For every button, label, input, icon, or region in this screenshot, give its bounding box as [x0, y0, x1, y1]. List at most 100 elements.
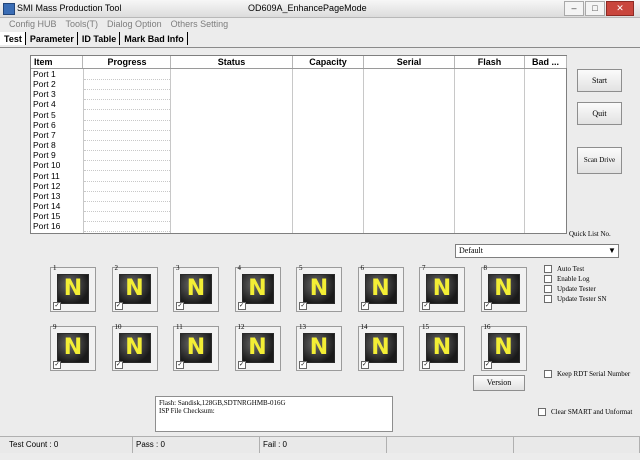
port-enable-checkbox[interactable]: ✓: [176, 302, 184, 310]
port-slot[interactable]: 4 N ✓: [234, 264, 281, 312]
port-enable-checkbox[interactable]: ✓: [237, 302, 246, 310]
port-enable-checkbox[interactable]: ✓: [422, 361, 430, 369]
fail-status: Fail : 0: [260, 437, 387, 453]
table-row[interactable]: Port 11: [31, 171, 566, 182]
keep-rdt-option[interactable]: Keep RDT Serial Number: [544, 370, 630, 378]
info-memo[interactable]: Flash: Sandisk,128GB,SDTNRGHMB-016G ISP …: [155, 396, 393, 432]
table-row[interactable]: Port 14: [31, 201, 566, 212]
port-enable-checkbox[interactable]: ✓: [237, 361, 246, 369]
chevron-down-icon[interactable]: ▼: [606, 245, 618, 257]
col-progress[interactable]: Progress: [84, 56, 171, 68]
quit-button[interactable]: Quit: [577, 102, 622, 125]
menu-others-setting[interactable]: Others Setting: [171, 18, 229, 31]
tab-mark-bad-info[interactable]: Mark Bad Info: [120, 32, 188, 45]
table-row[interactable]: Port 5: [31, 110, 566, 121]
status-empty-1: [387, 437, 514, 453]
table-row[interactable]: Port 10: [31, 160, 566, 172]
table-row[interactable]: Port 1: [31, 69, 566, 80]
table-row[interactable]: Port 9: [31, 150, 566, 162]
table-row[interactable]: Port 7: [31, 130, 566, 141]
update-tester-sn-option[interactable]: Update Tester SN: [544, 295, 607, 303]
table-row[interactable]: Port 16: [31, 221, 566, 233]
menu-tools[interactable]: Tools(T): [66, 18, 99, 31]
port-slot[interactable]: 11 N ✓: [173, 323, 219, 371]
port-slot[interactable]: 7 N ✓: [419, 264, 465, 312]
clear-smart-label: Clear SMART and Unformat: [551, 408, 633, 416]
port-enable-checkbox[interactable]: ✓: [360, 361, 369, 369]
tab-parameter[interactable]: Parameter: [26, 32, 78, 45]
port-slot[interactable]: 1 N ✓: [50, 264, 96, 312]
clear-smart-option[interactable]: Clear SMART and Unformat: [538, 408, 632, 416]
row-port-label: Port 6: [33, 119, 56, 130]
table-row[interactable]: Port 13: [31, 191, 566, 202]
port-slot[interactable]: 5 N ✓: [296, 264, 342, 312]
port-slot[interactable]: 9 N ✓: [50, 323, 96, 371]
version-button[interactable]: Version: [473, 375, 525, 391]
port-enable-checkbox[interactable]: ✓: [53, 302, 61, 310]
quick-list-dropdown[interactable]: Default ▼: [455, 244, 619, 258]
port-slot[interactable]: 8 N ✓: [480, 264, 527, 312]
port-slot[interactable]: 6 N ✓: [357, 264, 404, 312]
scan-drive-button[interactable]: Scan Drive: [577, 147, 622, 174]
table-row[interactable]: Port 3: [31, 89, 566, 101]
port-enable-checkbox[interactable]: ✓: [53, 361, 61, 369]
tab-id-table[interactable]: ID Table: [78, 32, 121, 45]
table-row[interactable]: Port 15: [31, 211, 566, 223]
table-row[interactable]: Port 6: [31, 119, 566, 131]
port-status-n-icon: N: [118, 333, 151, 363]
port-slot[interactable]: 14 N ✓: [357, 323, 404, 371]
keep-rdt-checkbox[interactable]: [544, 370, 552, 378]
port-enable-checkbox[interactable]: ✓: [483, 302, 492, 310]
table-header: Item Progress Status Capacity Serial Fla…: [31, 56, 567, 69]
row-port-label: Port 9: [33, 150, 56, 161]
minimize-button[interactable]: –: [564, 1, 584, 16]
col-capacity[interactable]: Capacity: [293, 56, 364, 68]
port-enable-checkbox[interactable]: ✓: [299, 302, 307, 310]
update-tester-checkbox[interactable]: [544, 285, 552, 293]
menu-dialog-option[interactable]: Dialog Option: [107, 18, 162, 31]
auto-test-option[interactable]: Auto Test: [544, 265, 584, 273]
port-enable-checkbox[interactable]: ✓: [422, 302, 430, 310]
col-bad[interactable]: Bad ...: [525, 56, 567, 68]
port-slot[interactable]: 13 N ✓: [296, 323, 342, 371]
port-slot[interactable]: 2 N ✓: [111, 264, 158, 312]
memo-checksum-line: ISP File Checksum:: [159, 407, 215, 415]
menu-config-hub[interactable]: Config HUB: [9, 18, 57, 31]
port-slot[interactable]: 3 N ✓: [173, 264, 219, 312]
port-enable-checkbox[interactable]: ✓: [114, 361, 123, 369]
tab-test[interactable]: Test: [0, 32, 26, 45]
port-enable-checkbox[interactable]: ✓: [114, 302, 123, 310]
port-slot[interactable]: 15 N ✓: [419, 323, 465, 371]
port-number: 7: [422, 264, 426, 272]
port-number: 15: [422, 323, 429, 331]
port-enable-checkbox[interactable]: ✓: [299, 361, 307, 369]
table-row[interactable]: Port 2: [31, 79, 566, 91]
app-title: SMI Mass Production Tool: [17, 3, 122, 13]
close-button[interactable]: ✕: [606, 1, 634, 16]
enable-log-option[interactable]: Enable Log: [544, 275, 589, 283]
port-slot[interactable]: 16 N ✓: [480, 323, 527, 371]
port-status-n-icon: N: [180, 274, 212, 304]
port-number: 14: [360, 323, 368, 331]
port-slot[interactable]: 12 N ✓: [234, 323, 281, 371]
enable-log-label: Enable Log: [557, 275, 590, 283]
col-flash[interactable]: Flash: [455, 56, 525, 68]
port-slot[interactable]: 10 N ✓: [111, 323, 158, 371]
table-row[interactable]: Port 12: [31, 181, 566, 192]
table-row[interactable]: Port 8: [31, 140, 566, 152]
clear-smart-checkbox[interactable]: [538, 408, 546, 416]
maximize-button[interactable]: □: [585, 1, 605, 16]
col-serial[interactable]: Serial: [364, 56, 455, 68]
port-status-table[interactable]: Item Progress Status Capacity Serial Fla…: [30, 55, 567, 234]
table-row[interactable]: Port 4: [31, 99, 566, 111]
update-tester-option[interactable]: Update Tester: [544, 285, 596, 293]
port-enable-checkbox[interactable]: ✓: [176, 361, 184, 369]
update-tester-sn-checkbox[interactable]: [544, 295, 552, 303]
col-status[interactable]: Status: [171, 56, 293, 68]
port-enable-checkbox[interactable]: ✓: [483, 361, 492, 369]
start-button[interactable]: Start: [577, 69, 622, 92]
enable-log-checkbox[interactable]: [544, 275, 552, 283]
col-item[interactable]: Item: [31, 56, 83, 68]
auto-test-checkbox[interactable]: [544, 265, 552, 273]
port-enable-checkbox[interactable]: ✓: [360, 302, 369, 310]
